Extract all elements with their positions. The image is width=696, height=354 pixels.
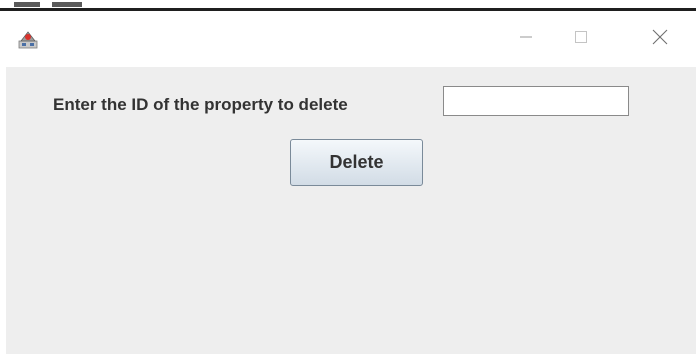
background-fragment: [14, 2, 40, 7]
java-app-icon[interactable]: [18, 29, 38, 49]
property-id-label: Enter the ID of the property to delete: [53, 95, 348, 114]
maximize-icon: [573, 29, 589, 50]
delete-property-window: Enter the ID of the property to delete D…: [6, 11, 696, 354]
background-window-edge: [0, 0, 696, 11]
close-button[interactable]: [640, 19, 680, 59]
maximize-button[interactable]: [561, 19, 601, 59]
title-bar[interactable]: [6, 11, 696, 67]
delete-button[interactable]: Delete: [290, 139, 423, 186]
background-fragment: [52, 2, 82, 7]
close-icon: [651, 28, 669, 51]
content-panel: Enter the ID of the property to delete D…: [6, 67, 696, 354]
minimize-icon: [518, 29, 534, 50]
property-id-input[interactable]: [443, 86, 629, 116]
minimize-button[interactable]: [506, 19, 546, 59]
